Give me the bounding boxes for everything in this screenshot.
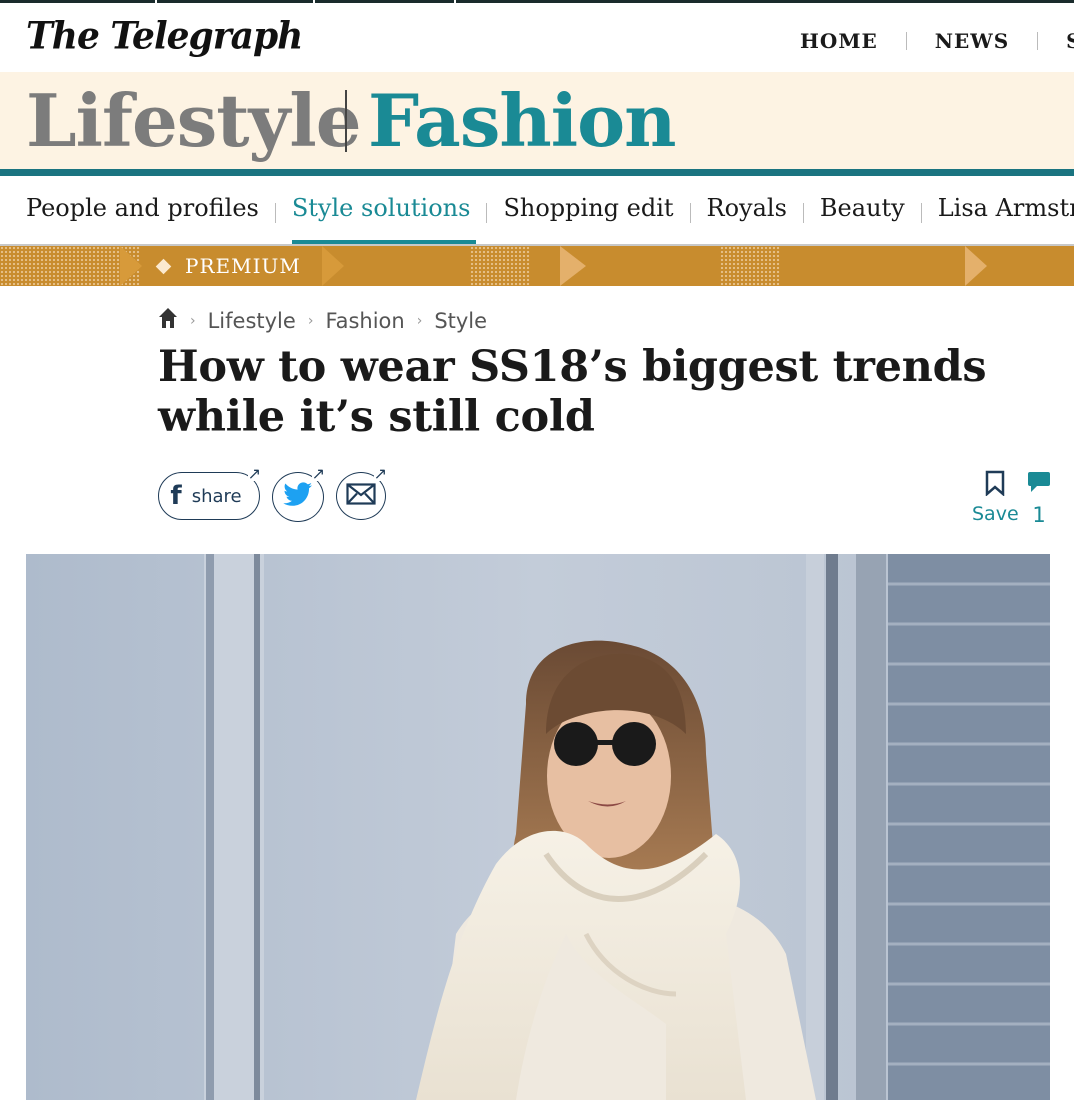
breadcrumb-style[interactable]: Style <box>434 309 487 333</box>
hero-image <box>26 554 1050 1100</box>
masthead-tick <box>454 0 456 3</box>
facebook-share-label: share <box>191 485 242 507</box>
save-label: Save <box>972 503 1019 525</box>
subnav-lisa-armstrong[interactable]: Lisa Armstrong <box>938 194 1074 244</box>
email-share-button[interactable]: ↗ <box>336 466 387 520</box>
home-icon[interactable] <box>158 307 178 334</box>
breadcrumb-fashion[interactable]: Fashion <box>325 309 404 333</box>
chevron-right-icon: › <box>416 312 423 329</box>
nav-separator <box>1037 32 1039 50</box>
subnav-people-and-profiles[interactable]: People and profiles <box>26 194 259 244</box>
facebook-icon: f <box>170 481 182 511</box>
premium-label: PREMIUM <box>185 254 301 278</box>
article-headline: How to wear SS18’s biggest trends while … <box>158 342 987 442</box>
nav-separator <box>905 32 907 50</box>
sub-nav: People and profiles Style solutions Shop… <box>0 176 1074 246</box>
twitter-share-button[interactable]: ↗ <box>272 466 325 522</box>
masthead-tick <box>155 0 157 3</box>
top-nav-news[interactable]: NEWS <box>935 29 1009 53</box>
top-nav-sport[interactable]: SP <box>1066 29 1074 53</box>
email-icon <box>346 483 376 509</box>
section-title[interactable]: Fashion <box>368 78 676 163</box>
subnav-separator <box>802 203 804 223</box>
twitter-icon <box>283 482 313 512</box>
subnav-style-solutions[interactable]: Style solutions <box>291 194 477 244</box>
section-banner: Lifestyle Fashion <box>0 72 1074 169</box>
premium-chevron <box>965 246 987 286</box>
premium-pattern <box>0 246 140 286</box>
comment-icon <box>1026 470 1052 499</box>
external-arrow-icon: ↗ <box>311 464 325 483</box>
premium-badge: PREMIUM <box>155 254 301 278</box>
facebook-share-button[interactable]: f share ↗ <box>158 466 261 520</box>
subnav-royals[interactable]: Royals <box>707 194 787 244</box>
hero-photo-illustration <box>26 554 1050 1100</box>
subnav-beauty[interactable]: Beauty <box>820 194 905 244</box>
subnav-separator <box>486 203 488 223</box>
comment-count: 1 <box>1032 503 1046 527</box>
premium-pattern <box>720 246 780 286</box>
external-arrow-icon: ↗ <box>247 464 261 483</box>
masthead-tick <box>313 0 315 3</box>
chevron-right-icon: › <box>307 312 314 329</box>
subnav-separator <box>689 203 691 223</box>
top-nav: HOME NEWS SP <box>800 29 1074 53</box>
section-parent-link[interactable]: Lifestyle <box>26 78 362 163</box>
comments-button[interactable]: 1 <box>1026 470 1052 527</box>
subnav-separator <box>920 203 922 223</box>
section-rule <box>0 169 1074 176</box>
premium-chevron <box>560 246 586 286</box>
section-divider <box>345 90 347 152</box>
breadcrumb-lifestyle[interactable]: Lifestyle <box>208 309 296 333</box>
top-nav-home[interactable]: HOME <box>800 29 878 53</box>
diamond-icon <box>155 258 172 274</box>
save-button[interactable]: Save <box>972 470 1019 525</box>
premium-chevron <box>322 246 344 286</box>
premium-pattern <box>470 246 530 286</box>
chevron-right-icon: › <box>190 312 196 329</box>
subnav-shopping-edit[interactable]: Shopping edit <box>503 194 673 244</box>
masthead: The Telegraph HOME NEWS SP <box>0 0 1074 72</box>
telegraph-logo[interactable]: The Telegraph <box>26 14 303 58</box>
premium-chevron <box>120 246 142 286</box>
premium-strip: PREMIUM <box>0 246 1074 286</box>
external-arrow-icon: ↗ <box>373 464 387 483</box>
breadcrumb: › Lifestyle › Fashion › Style <box>158 307 487 334</box>
subnav-separator <box>274 203 276 223</box>
bookmark-icon <box>972 470 1018 501</box>
